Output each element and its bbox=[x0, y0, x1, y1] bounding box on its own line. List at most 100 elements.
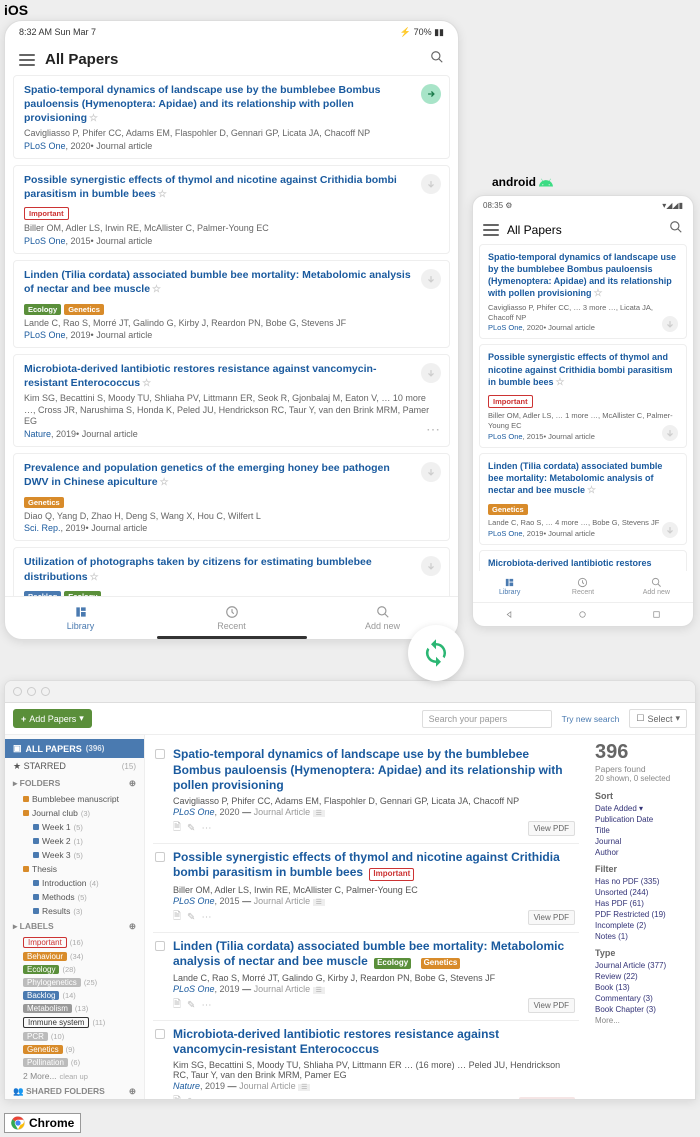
back-icon[interactable] bbox=[504, 609, 515, 620]
paper-item[interactable]: Linden (Tilia cordata) associated bumble… bbox=[153, 933, 579, 1021]
filter-option[interactable]: PDF Restricted (19) bbox=[595, 909, 687, 920]
sidebar-folders-header[interactable]: ▸ FOLDERS⊕ bbox=[5, 775, 144, 792]
folder-item[interactable]: Week 1 (5) bbox=[5, 820, 144, 834]
menu-icon[interactable] bbox=[483, 224, 499, 236]
label-item[interactable]: Pollination(6) bbox=[5, 1056, 144, 1069]
sidebar-starred[interactable]: ★ STARRED (15) bbox=[5, 758, 144, 775]
desktop-paper-list[interactable]: Spatio-temporal dynamics of landscape us… bbox=[145, 735, 587, 1099]
filter-option[interactable]: Notes (1) bbox=[595, 931, 687, 942]
label-item[interactable]: Ecology(28) bbox=[5, 963, 144, 976]
label-item[interactable]: Phylogenetics(25) bbox=[5, 976, 144, 989]
paper-item[interactable]: Microbiota-derived lantibiotic restores … bbox=[153, 1021, 579, 1099]
paper-item[interactable]: Linden (Tilia cordata) associated bumble… bbox=[13, 260, 450, 348]
paper-item[interactable]: Spatio-temporal dynamics of landscape us… bbox=[479, 244, 687, 339]
edit-icon[interactable]: ✎ bbox=[187, 1097, 195, 1099]
paper-item[interactable]: Microbiota-derived lantibiotic restores … bbox=[479, 550, 687, 571]
view-pdf-button[interactable]: View PDF bbox=[528, 910, 575, 925]
note-icon[interactable]: 🗎 bbox=[173, 1094, 181, 1099]
folder-item[interactable]: Methods (5) bbox=[5, 890, 144, 904]
select-button[interactable]: ☐Select▾ bbox=[629, 709, 687, 728]
paper-item[interactable]: Linden (Tilia cordata) associated bumble… bbox=[479, 453, 687, 546]
search-icon[interactable] bbox=[430, 50, 444, 69]
add-papers-button[interactable]: +Add Papers▾ bbox=[13, 709, 92, 728]
edit-icon[interactable]: ✎ bbox=[187, 1000, 195, 1011]
sidebar-more[interactable]: 2 More... clean up bbox=[5, 1069, 144, 1083]
sort-option[interactable]: Author bbox=[595, 847, 687, 858]
phone-paper-list[interactable]: Spatio-temporal dynamics of landscape us… bbox=[473, 244, 693, 571]
more-icon[interactable]: ⋯ bbox=[201, 1097, 211, 1099]
type-option[interactable]: Book Chapter (3) bbox=[595, 1004, 687, 1015]
sort-option[interactable]: Title bbox=[595, 825, 687, 836]
folder-item[interactable]: Bumblebee manuscript bbox=[5, 792, 144, 806]
tab-add-new[interactable]: Add new bbox=[620, 577, 693, 596]
folder-item[interactable]: Thesis bbox=[5, 862, 144, 876]
download-arrow-button[interactable] bbox=[421, 174, 441, 194]
folder-item[interactable]: Week 2 (1) bbox=[5, 834, 144, 848]
star-icon[interactable]: ☆ bbox=[89, 113, 98, 124]
recents-icon[interactable] bbox=[651, 609, 662, 620]
checkbox[interactable] bbox=[155, 1029, 165, 1039]
more-icon[interactable]: ⋯ bbox=[201, 823, 211, 834]
sort-option[interactable]: Date Added ▾ bbox=[595, 803, 687, 814]
edit-icon[interactable]: ✎ bbox=[187, 912, 195, 923]
label-item[interactable]: PCR(10) bbox=[5, 1030, 144, 1043]
more-icon[interactable]: ⋯ bbox=[201, 1000, 211, 1011]
label-item[interactable]: Backlog(14) bbox=[5, 989, 144, 1002]
note-icon[interactable]: 🗎 bbox=[173, 997, 181, 1014]
paper-item[interactable]: Spatio-temporal dynamics of landscape us… bbox=[153, 741, 579, 844]
menu-icon[interactable] bbox=[19, 54, 35, 66]
sort-option[interactable]: Journal bbox=[595, 836, 687, 847]
ipad-paper-list[interactable]: Spatio-temporal dynamics of landscape us… bbox=[5, 75, 458, 596]
label-item[interactable]: Important(16) bbox=[5, 935, 144, 950]
filter-option[interactable]: Has no PDF (335) bbox=[595, 876, 687, 887]
paper-item[interactable]: Possible synergistic effects of thymol a… bbox=[479, 344, 687, 447]
more-link[interactable]: More... bbox=[595, 1015, 687, 1026]
more-icon[interactable]: ⋯ bbox=[426, 421, 441, 438]
type-option[interactable]: Journal Article (377) bbox=[595, 960, 687, 971]
minimize-dot[interactable] bbox=[27, 687, 36, 696]
tab-library[interactable]: Library bbox=[5, 605, 156, 631]
search-input[interactable]: Search your papers bbox=[422, 710, 552, 728]
filter-option[interactable]: Unsorted (244) bbox=[595, 887, 687, 898]
sort-option[interactable]: Publication Date bbox=[595, 814, 687, 825]
home-icon[interactable] bbox=[577, 609, 588, 620]
filter-option[interactable]: Has PDF (61) bbox=[595, 898, 687, 909]
try-new-search-link[interactable]: Try new search bbox=[562, 714, 620, 724]
download-arrow-button[interactable] bbox=[421, 462, 441, 482]
more-icon[interactable]: ⋯ bbox=[201, 912, 211, 923]
search-icon[interactable] bbox=[669, 220, 683, 239]
star-icon[interactable]: ☆ bbox=[142, 378, 151, 389]
type-option[interactable]: Book (13) bbox=[595, 982, 687, 993]
download-arrow-button[interactable] bbox=[421, 269, 441, 289]
star-icon[interactable]: ☆ bbox=[160, 477, 169, 488]
maximize-dot[interactable] bbox=[41, 687, 50, 696]
paper-item[interactable]: Spatio-temporal dynamics of landscape us… bbox=[13, 75, 450, 159]
tab-recent[interactable]: Recent bbox=[156, 605, 307, 631]
star-icon[interactable]: ☆ bbox=[90, 572, 99, 583]
paper-item[interactable]: Possible synergistic effects of thymol a… bbox=[13, 165, 450, 254]
folder-item[interactable]: Results (3) bbox=[5, 904, 144, 918]
download-arrow-button[interactable] bbox=[421, 84, 441, 104]
label-item[interactable]: Immune system(11) bbox=[5, 1015, 144, 1030]
filter-option[interactable]: Incomplete (2) bbox=[595, 920, 687, 931]
close-dot[interactable] bbox=[13, 687, 22, 696]
checkbox[interactable] bbox=[155, 749, 165, 759]
checkbox[interactable] bbox=[155, 941, 165, 951]
note-icon[interactable]: 🗎 bbox=[173, 909, 181, 926]
note-icon[interactable]: 🗎 bbox=[173, 820, 181, 837]
folder-item[interactable]: Journal club (3) bbox=[5, 806, 144, 820]
type-option[interactable]: Commentary (3) bbox=[595, 993, 687, 1004]
paper-item[interactable]: Prevalence and population genetics of th… bbox=[13, 453, 450, 541]
star-icon[interactable]: ☆ bbox=[556, 377, 565, 388]
star-icon[interactable]: ☆ bbox=[158, 189, 167, 200]
sidebar-all-papers[interactable]: ▣ ALL PAPERS (396) bbox=[5, 739, 144, 758]
star-icon[interactable]: ☆ bbox=[152, 284, 161, 295]
paper-item[interactable]: Microbiota-derived lantibiotic restores … bbox=[13, 354, 450, 447]
folder-item[interactable]: Week 3 (5) bbox=[5, 848, 144, 862]
paper-item[interactable]: Utilization of photographs taken by citi… bbox=[13, 547, 450, 596]
folder-item[interactable]: Introduction (4) bbox=[5, 876, 144, 890]
star-icon[interactable]: ☆ bbox=[594, 288, 603, 299]
label-item[interactable]: Behaviour(34) bbox=[5, 950, 144, 963]
tab-library[interactable]: Library bbox=[473, 577, 546, 596]
label-item[interactable]: Metabolism(13) bbox=[5, 1002, 144, 1015]
